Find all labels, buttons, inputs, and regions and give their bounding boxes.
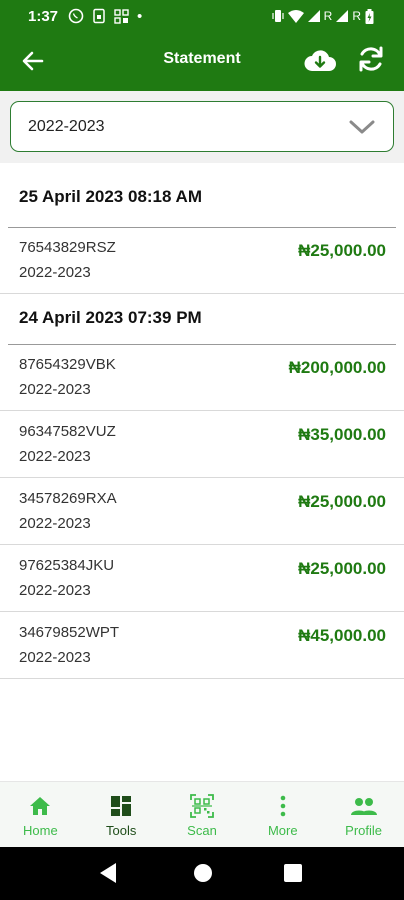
nav-item-home[interactable]: Home <box>0 782 81 848</box>
transaction-row[interactable]: 97625384JKU 2022-2023 ₦25,000.00 <box>0 545 404 612</box>
status-time: 1:37 <box>28 7 59 25</box>
system-back-icon[interactable] <box>98 862 118 884</box>
status-bar: 1:37 • R R <box>0 0 404 32</box>
transaction-ref: 96347582VUZ <box>19 423 116 440</box>
transaction-amount: ₦45,000.00 <box>298 626 386 645</box>
transaction-ref: 97625384JKU <box>19 557 115 574</box>
transaction-ref: 34578269RXA <box>19 490 117 507</box>
home-icon <box>30 797 51 815</box>
transaction-row[interactable]: 34679852WPT 2022-2023 ₦45,000.00 <box>0 612 404 679</box>
battery-icon <box>365 8 374 24</box>
page-title: Statement <box>163 50 241 67</box>
transaction-year: 2022-2023 <box>19 515 91 532</box>
year-select-value: 2022-2023 <box>28 118 105 135</box>
signal-icon-2 <box>336 10 349 22</box>
transaction-year: 2022-2023 <box>19 448 91 465</box>
transaction-ref: 34679852WPT <box>19 624 120 641</box>
sim-icon <box>93 8 105 24</box>
transaction-ref: 76543829RSZ <box>19 239 116 256</box>
transaction-year: 2022-2023 <box>19 649 91 666</box>
grid-icon <box>111 796 132 816</box>
date-header-text: 25 April 2023 08:18 AM <box>19 187 202 206</box>
nav-item-profile[interactable]: Profile <box>323 782 404 848</box>
people-icon <box>350 798 377 815</box>
chevron-down-icon <box>349 120 375 134</box>
app-bar: Statement <box>0 32 404 91</box>
transaction-row[interactable]: 96347582VUZ 2022-2023 ₦35,000.00 <box>0 411 404 478</box>
bottom-nav: Home Tools Scan More Profile <box>0 781 404 848</box>
nav-label-home: Home <box>23 823 58 838</box>
status-more-dot: • <box>137 7 143 25</box>
refresh-icon[interactable] <box>356 44 386 74</box>
transaction-row[interactable]: 76543829RSZ 2022-2023 ₦25,000.00 <box>0 227 404 294</box>
date-group-header: 24 April 2023 07:39 PM <box>0 294 404 345</box>
qr-scan-icon <box>190 794 214 818</box>
nav-item-tools[interactable]: Tools <box>81 782 162 848</box>
transaction-row[interactable]: 34578269RXA 2022-2023 ₦25,000.00 <box>0 478 404 545</box>
system-recents-icon[interactable] <box>284 864 302 882</box>
system-home-icon[interactable] <box>193 863 213 883</box>
date-header-text: 24 April 2023 07:39 PM <box>19 308 202 327</box>
transaction-year: 2022-2023 <box>19 582 91 599</box>
app-grid-icon <box>114 8 129 24</box>
carrier-label: R <box>323 9 333 23</box>
status-system-icons: R R <box>272 0 374 32</box>
nav-label-profile: Profile <box>345 823 383 838</box>
nav-item-more[interactable]: More <box>242 782 323 848</box>
transaction-amount: ₦25,000.00 <box>298 492 386 511</box>
transaction-amount: ₦200,000.00 <box>288 358 386 377</box>
filter-area: 2022-2023 <box>0 91 404 163</box>
date-group-header: 25 April 2023 08:18 AM <box>0 163 404 228</box>
whatsapp-icon <box>68 8 84 24</box>
transaction-year: 2022-2023 <box>19 381 91 398</box>
nav-label-more: More <box>267 823 298 838</box>
year-select[interactable]: 2022-2023 <box>10 101 394 152</box>
system-nav-bar <box>0 847 404 900</box>
transaction-amount: ₦25,000.00 <box>298 241 386 260</box>
carrier-label-2: R <box>352 9 361 23</box>
vibrate-icon <box>272 10 284 22</box>
more-vertical-icon <box>280 795 286 817</box>
status-notification-icons: • <box>68 8 142 25</box>
wifi-icon <box>287 9 304 23</box>
nav-label-scan: Scan <box>187 823 217 838</box>
cloud-download-icon[interactable] <box>303 44 337 78</box>
nav-label-tools: Tools <box>106 823 137 838</box>
transaction-amount: ₦25,000.00 <box>298 559 386 578</box>
transaction-ref: 87654329VBK <box>19 356 116 373</box>
statement-list: 25 April 2023 08:18 AM 76543829RSZ 2022-… <box>0 163 404 679</box>
transaction-row[interactable]: 87654329VBK 2022-2023 ₦200,000.00 <box>0 344 404 411</box>
transaction-amount: ₦35,000.00 <box>298 425 386 444</box>
signal-icon <box>307 10 320 22</box>
transaction-year: 2022-2023 <box>19 264 91 281</box>
nav-item-scan[interactable]: Scan <box>162 782 243 848</box>
